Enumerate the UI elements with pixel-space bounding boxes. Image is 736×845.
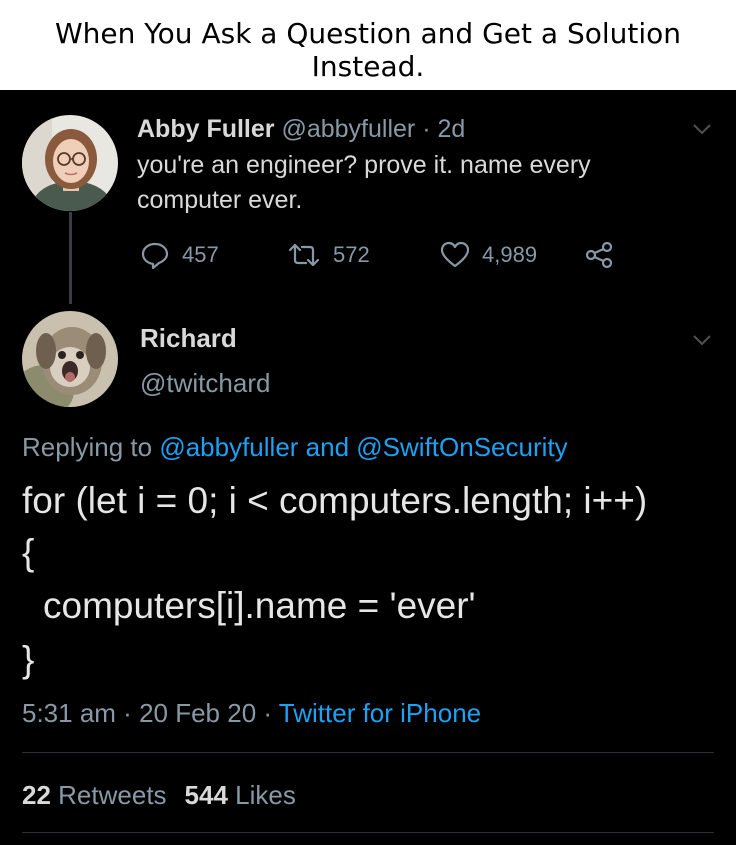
avatar-abby-fuller[interactable]	[22, 115, 118, 211]
tweet2-time[interactable]: 5:31 am	[22, 698, 116, 728]
heart-icon	[440, 241, 470, 268]
tweet1-age[interactable]: 2d	[437, 115, 465, 143]
tweet1-text-line-1: you're an engineer? prove it. name every	[137, 151, 591, 179]
avatar-richard[interactable]	[22, 311, 118, 407]
tweet2-code-line-2: {	[22, 532, 35, 573]
retweets-stat-count: 22	[22, 780, 51, 810]
tweet1-text-line-2: computer ever.	[137, 186, 303, 214]
thread-connector-line	[69, 212, 72, 304]
replying-user-abbyfuller[interactable]: @abbyfuller	[159, 432, 298, 462]
tweet1-header: Abby Fuller @abbyfuller · 2d	[137, 112, 465, 146]
replying-user-swiftonsecurity[interactable]: @SwiftOnSecurity	[356, 432, 567, 462]
divider-bottom	[22, 832, 714, 833]
meme-caption: When You Ask a Question and Get a Soluti…	[0, 0, 736, 90]
tweet-thread: Abby Fuller @abbyfuller · 2d you're an e…	[0, 90, 736, 845]
tweet1-author-handle[interactable]: @abbyfuller	[281, 115, 415, 143]
tweet2-menu-chevron-icon[interactable]	[692, 334, 712, 346]
tweet1-author-name[interactable]: Abby Fuller	[137, 115, 275, 143]
tweet2-code-line-1: for (let i = 0; i < computers.length; i+…	[22, 480, 648, 521]
reply-bubble-icon	[141, 242, 169, 269]
caption-line-1: When You Ask a Question and Get a Soluti…	[54, 17, 682, 50]
replying-prefix: Replying to	[22, 432, 160, 462]
replying-to: Replying to @abbyfuller and @SwiftOnSecu…	[22, 430, 568, 464]
tweet2-date[interactable]: 20 Feb 20	[139, 698, 256, 728]
tweet2-stats: 22 Retweets 544 Likes	[22, 778, 296, 812]
tweet2-code-line-3: computers[i].name = 'ever'	[43, 585, 476, 626]
reply-button[interactable]: 457	[140, 239, 219, 271]
share-icon	[585, 241, 613, 269]
tweet1-text: you're an engineer? prove it. name every…	[137, 148, 677, 218]
reply-count: 457	[182, 242, 219, 267]
like-count: 4,989	[482, 242, 538, 267]
share-button[interactable]	[584, 239, 626, 271]
replying-and: and	[298, 432, 357, 462]
caption-line-2: Instead.	[311, 50, 425, 83]
divider-top	[22, 752, 714, 753]
tweet1-separator: ·	[415, 115, 438, 143]
retweets-stat[interactable]: 22 Retweets	[22, 780, 167, 810]
tweet2-source[interactable]: Twitter for iPhone	[279, 698, 481, 728]
retweet-icon	[288, 243, 320, 267]
retweet-count: 572	[333, 242, 370, 267]
tweet2-author-name[interactable]: Richard	[140, 321, 237, 355]
meta-separator-2: ·	[256, 698, 279, 728]
likes-stat[interactable]: 544 Likes	[185, 780, 296, 810]
like-button[interactable]: 4,989	[440, 239, 537, 271]
tweet2-author-handle[interactable]: @twitchard	[140, 366, 270, 400]
tweet2-meta: 5:31 am · 20 Feb 20 · Twitter for iPhone	[22, 696, 481, 730]
likes-stat-count: 544	[184, 780, 228, 810]
tweet-menu-chevron-icon[interactable]	[692, 123, 712, 135]
tweet2-code-line-4: }	[22, 639, 35, 680]
retweet-button[interactable]: 572	[287, 239, 370, 271]
likes-stat-label: Likes	[235, 780, 296, 810]
retweets-stat-label: Retweets	[58, 780, 167, 810]
meta-separator-1: ·	[115, 698, 140, 728]
